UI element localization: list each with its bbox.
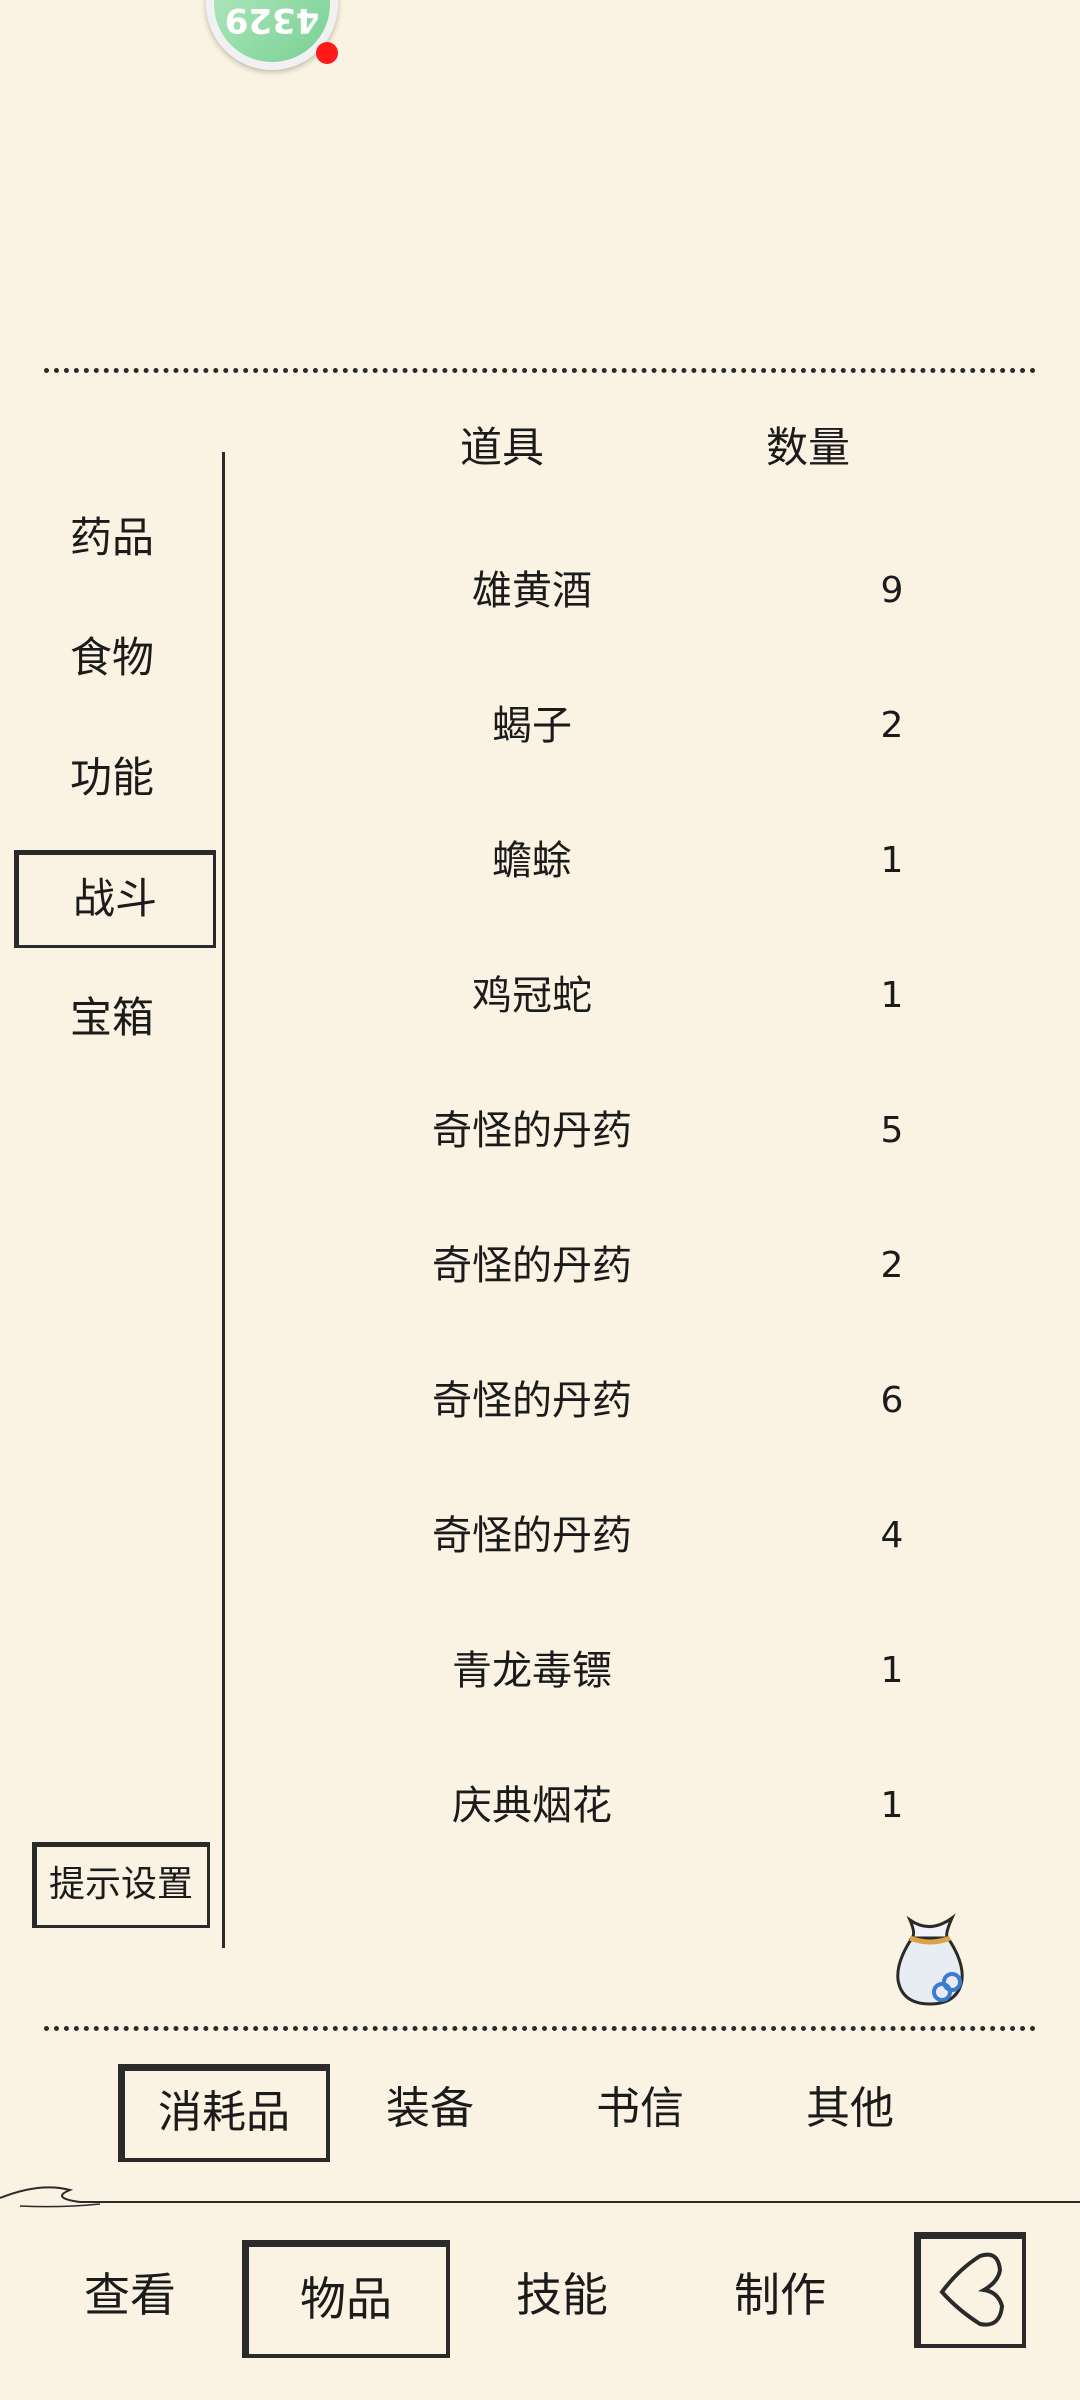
table-row[interactable]: 蟾蜍 1 — [232, 794, 1032, 928]
item-count: 1 — [880, 975, 904, 1016]
item-name: 奇怪的丹药 — [432, 1378, 632, 1424]
table-row[interactable]: 奇怪的丹药 2 — [232, 1199, 1032, 1333]
column-header-count: 数量 — [765, 423, 850, 472]
table-row[interactable]: 奇怪的丹药 5 — [232, 1064, 1032, 1198]
category-function[interactable]: 功能 — [14, 732, 210, 824]
table-row[interactable]: 庆典烟花 1 — [232, 1739, 1032, 1873]
nav-items[interactable]: 物品 — [242, 2240, 450, 2358]
avatar-badge-inner: 4329 — [214, 0, 330, 62]
item-count: 2 — [880, 1245, 904, 1286]
tab-consumables[interactable]: 消耗品 — [118, 2064, 330, 2162]
item-count: 1 — [880, 840, 904, 881]
vertical-divider — [222, 452, 225, 1948]
item-name: 奇怪的丹药 — [432, 1243, 632, 1289]
item-name: 奇怪的丹药 — [432, 1108, 632, 1154]
nav-skills[interactable]: 技能 — [482, 2240, 642, 2350]
category-chest[interactable]: 宝箱 — [14, 972, 210, 1064]
item-count: 5 — [880, 1110, 904, 1151]
nav-view[interactable]: 查看 — [50, 2240, 210, 2350]
tab-other[interactable]: 其他 — [770, 2064, 930, 2154]
tab-equipment[interactable]: 装备 — [350, 2064, 510, 2154]
category-food[interactable]: 食物 — [14, 612, 210, 704]
category-battle[interactable]: 战斗 — [14, 850, 216, 948]
badge-text: 4329 — [224, 0, 320, 40]
item-name: 庆典烟花 — [452, 1783, 612, 1829]
item-count: 4 — [880, 1515, 904, 1556]
item-name: 奇怪的丹药 — [432, 1513, 632, 1559]
bottom-divider — [44, 2026, 1036, 2031]
item-count: 9 — [880, 570, 904, 611]
table-row[interactable]: 雄黄酒 9 — [232, 524, 1032, 658]
wave-separator — [0, 2168, 1080, 2212]
notification-dot — [316, 42, 338, 64]
top-divider — [44, 368, 1036, 373]
back-arrow-icon — [939, 2252, 1005, 2327]
money-bag-icon[interactable] — [882, 1908, 978, 2012]
table-row[interactable]: 蝎子 2 — [232, 659, 1032, 793]
table-row[interactable]: 鸡冠蛇 1 — [232, 929, 1032, 1063]
table-row[interactable]: 奇怪的丹药 4 — [232, 1469, 1032, 1603]
item-count: 1 — [880, 1650, 904, 1691]
item-name: 鸡冠蛇 — [472, 973, 592, 1019]
category-medicine[interactable]: 药品 — [14, 492, 210, 584]
item-count: 6 — [880, 1380, 904, 1421]
table-row[interactable]: 青龙毒镖 1 — [232, 1604, 1032, 1738]
hint-settings-button[interactable]: 提示设置 — [32, 1842, 210, 1928]
item-name: 雄黄酒 — [472, 568, 592, 614]
tab-letters[interactable]: 书信 — [560, 2064, 720, 2154]
item-count: 1 — [880, 1785, 904, 1826]
item-name: 蝎子 — [492, 703, 572, 749]
table-row[interactable]: 奇怪的丹药 6 — [232, 1334, 1032, 1468]
nav-craft[interactable]: 制作 — [700, 2240, 860, 2350]
column-header-item: 道具 — [459, 423, 544, 472]
item-name: 青龙毒镖 — [452, 1648, 612, 1694]
item-name: 蟾蜍 — [492, 838, 572, 884]
back-button[interactable] — [914, 2232, 1026, 2348]
item-count: 2 — [880, 705, 904, 746]
